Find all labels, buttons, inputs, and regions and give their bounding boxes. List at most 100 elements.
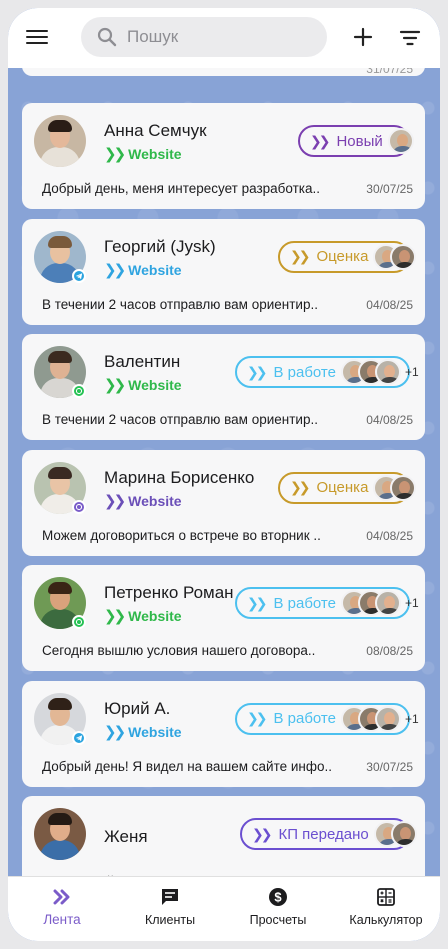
assignee-avatar [390, 243, 417, 270]
source-label: Website [128, 261, 182, 278]
last-message: Добрый день, меня интересует разработка.… [42, 181, 321, 196]
client-avatar [34, 230, 86, 283]
bottom-navigation: Лента Клиенты $ Просчеты Калькулятор [8, 876, 440, 941]
viber-icon [72, 499, 86, 514]
status-badge[interactable]: ❯❯ Оценка [278, 240, 417, 273]
last-message: В течении 2 часов отправлю вам ориентир.… [42, 296, 318, 312]
lead-card[interactable]: Марина Борисенко ❯❯ Website ❯❯ Оценка Мо… [22, 449, 425, 556]
tab-dollar[interactable]: $ Просчеты [224, 877, 332, 941]
assignee-avatar [374, 705, 401, 732]
status-badge[interactable]: ❯❯ В работе +1 [235, 587, 419, 619]
double-chevron-icon: ❯❯ [247, 363, 268, 380]
client-name: Марина Борисенко [104, 467, 255, 487]
status-badge[interactable]: ❯❯ В работе +1 [235, 702, 419, 735]
tab-label: Лента [43, 912, 81, 927]
double-chevron-icon: ❯❯ [290, 248, 311, 264]
lead-card[interactable]: Анна Семчук ❯❯ Website ❯❯ Новый Добрый д… [22, 103, 425, 209]
whatsapp-icon [72, 615, 86, 629]
search-icon [97, 27, 117, 47]
assignee-avatar [374, 590, 401, 616]
extra-assignees-count: +1 [404, 596, 419, 610]
source-label: Website [128, 146, 182, 162]
lead-source: ❯❯ Website [104, 261, 182, 279]
filter-icon[interactable] [399, 27, 421, 49]
client-name: Юрий А. [104, 698, 171, 718]
tab-label: Просчеты [249, 913, 307, 927]
leads-feed[interactable]: 31/07/25 Анна Семчук ❯❯ Website ❯❯ Новый… [8, 68, 440, 876]
status-label: В работе [273, 710, 336, 727]
lead-source: ❯❯ Website [104, 376, 182, 394]
search-input[interactable] [127, 27, 307, 47]
status-label: Новый [336, 132, 383, 150]
menu-button[interactable] [26, 26, 48, 48]
double-chevron-icon: ❯❯ [104, 146, 126, 163]
double-chevron-icon: ❯❯ [104, 723, 126, 741]
tab-feed[interactable]: Лента [8, 877, 116, 941]
source-label: Website [128, 492, 182, 509]
last-message: Добрый день! Я видел на вашем сайте инфо… [42, 758, 333, 774]
phone-screen: 31/07/25 Анна Семчук ❯❯ Website ❯❯ Новый… [8, 8, 440, 941]
lead-source: ❯❯ Website [104, 145, 182, 163]
status-badge[interactable]: ❯❯ Новый [298, 125, 414, 157]
status-badge[interactable]: ❯❯ В работе +1 [235, 356, 419, 388]
source-label: Website [128, 377, 182, 393]
last-message: В течении 2 часов отправлю вам ориентир.… [42, 412, 318, 427]
status-label: КП передано [278, 825, 369, 843]
telegram-icon [72, 730, 86, 745]
lead-card[interactable]: Юрий А. ❯❯ Website ❯❯ В работе +1 Добрый… [22, 680, 425, 787]
card-date: 30/07/25 [366, 759, 413, 774]
client-name: Георгий (Jysk) [104, 236, 216, 256]
card-date: 04/08/25 [366, 297, 413, 312]
client-avatar [34, 115, 86, 167]
extra-assignees-count: +1 [404, 711, 419, 726]
status-label: Оценка [316, 479, 369, 496]
tab-label: Клиенты [144, 913, 196, 927]
last-message: Сегодня вышлю условия нашего договора.. [42, 643, 316, 658]
search-bar[interactable] [81, 17, 327, 57]
lead-card[interactable]: Женя ❯❯ КП передано Здравствуйте! Стоимо… [22, 796, 425, 876]
double-chevron-icon: ❯❯ [247, 594, 268, 611]
lead-card[interactable]: Валентин ❯❯ Website ❯❯ В работе +1 В теч… [22, 334, 425, 440]
card-date: 08/08/25 [366, 644, 413, 658]
card-date: 31/07/25 [366, 68, 413, 76]
client-avatar [34, 808, 86, 860]
lead-card[interactable]: Петренко Роман ❯❯ Website ❯❯ В работе +1… [22, 565, 425, 671]
tab-calculator[interactable]: Калькулятор [332, 877, 440, 941]
card-date: 30/07/25 [366, 182, 413, 196]
source-label: Website [128, 723, 182, 740]
partial-card[interactable]: 31/07/25 [22, 68, 425, 76]
double-chevron-icon: ❯❯ [310, 132, 331, 149]
client-avatar [34, 692, 86, 745]
lead-source: ❯❯ Website [104, 723, 182, 741]
double-chevron-icon: ❯❯ [104, 261, 126, 279]
double-chevron-icon: ❯❯ [247, 710, 268, 726]
double-chevron-icon: ❯❯ [104, 608, 126, 625]
svg-text:$: $ [274, 890, 282, 905]
lead-source: ❯❯ Website [104, 492, 182, 510]
calculator-icon [377, 886, 395, 908]
status-label: Оценка [316, 248, 369, 265]
client-name: Петренко Роман [104, 583, 234, 602]
lead-source: ❯❯ Website [104, 607, 182, 625]
double-chevron-icon: ❯❯ [290, 479, 311, 495]
client-avatar [34, 577, 86, 629]
whatsapp-icon [72, 384, 86, 398]
lead-card[interactable]: Георгий (Jysk) ❯❯ Website ❯❯ Оценка В те… [22, 218, 425, 325]
card-date: 04/08/25 [366, 413, 413, 427]
telegram-icon [72, 268, 86, 283]
client-name: Валентин [104, 352, 181, 371]
status-label: В работе [273, 363, 336, 381]
top-bar [8, 8, 440, 68]
status-badge[interactable]: ❯❯ Оценка [278, 471, 417, 504]
client-avatar [34, 346, 86, 398]
client-avatar [34, 461, 86, 514]
tab-chat[interactable]: Клиенты [116, 877, 224, 941]
client-name: Анна Семчук [104, 121, 207, 140]
status-label: В работе [273, 594, 336, 612]
chat-icon [160, 886, 180, 908]
status-badge[interactable]: ❯❯ КП передано [240, 818, 417, 850]
add-icon[interactable] [351, 25, 375, 49]
feed-icon [53, 886, 71, 908]
double-chevron-icon: ❯❯ [104, 492, 126, 510]
tab-label: Калькулятор [349, 913, 423, 927]
